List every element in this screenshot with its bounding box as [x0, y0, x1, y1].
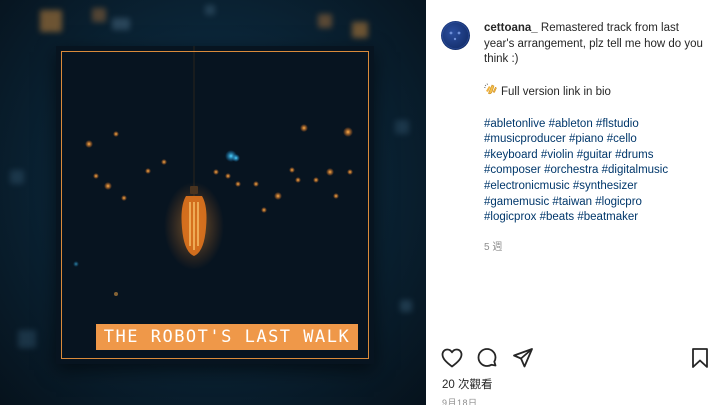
- comment-button[interactable]: [475, 346, 499, 370]
- background-bokeh: [40, 10, 62, 32]
- hashtag-link[interactable]: #gamemusic: [484, 196, 549, 208]
- save-button[interactable]: [688, 346, 712, 370]
- album-cover: THE ROBOT'S LAST WALK: [56, 46, 374, 364]
- background-bokeh: [395, 120, 409, 134]
- hashtag-link[interactable]: #logicpro: [595, 196, 642, 208]
- caption-line-2: Full version link in bio: [483, 83, 712, 101]
- view-count[interactable]: 20 次觀看: [442, 376, 493, 392]
- like-button[interactable]: [440, 346, 464, 370]
- heart-icon: [441, 348, 463, 368]
- hashtag-link[interactable]: #violin: [541, 149, 574, 161]
- hashtag-line: #abletonlive #ableton #flstudio: [484, 117, 712, 133]
- hashtag-link[interactable]: #musicproducer: [484, 133, 566, 145]
- hashtag-link[interactable]: #electronicmusic: [484, 180, 570, 192]
- hashtag-link[interactable]: #digitalmusic: [602, 164, 668, 176]
- hashtag-link[interactable]: #ableton: [549, 118, 593, 130]
- avatar[interactable]: [441, 21, 470, 50]
- hashtag-link[interactable]: #logicprox: [484, 211, 536, 223]
- hashtag-line: #keyboard #violin #guitar #drums: [484, 148, 712, 164]
- cover-title: THE ROBOT'S LAST WALK: [96, 324, 358, 350]
- background-bokeh: [352, 22, 368, 38]
- hashtag-link[interactable]: #cello: [607, 133, 637, 145]
- action-bar: [440, 346, 712, 370]
- bookmark-icon: [692, 348, 708, 368]
- background-bokeh: [10, 170, 24, 184]
- background-bokeh: [18, 330, 36, 348]
- share-icon: [513, 348, 533, 368]
- background-bokeh: [318, 14, 332, 28]
- hashtag-link[interactable]: #drums: [615, 149, 653, 161]
- clapping-hands-icon: [483, 83, 497, 101]
- hashtag-link[interactable]: #taiwan: [552, 196, 592, 208]
- hashtag-line: #gamemusic #taiwan #logicpro: [484, 195, 712, 211]
- hashtag-link[interactable]: #beats: [540, 211, 575, 223]
- hashtag-line: #musicproducer #piano #cello: [484, 132, 712, 148]
- hashtag-link[interactable]: #piano: [569, 133, 604, 145]
- background-bokeh: [112, 18, 130, 30]
- background-bokeh: [400, 300, 412, 312]
- hashtag-link[interactable]: #orchestra: [544, 164, 598, 176]
- username-link[interactable]: cettoana_: [484, 22, 538, 34]
- hashtag-line: #logicprox #beats #beatmaker: [484, 210, 712, 226]
- hashtag-link[interactable]: #beatmaker: [577, 211, 638, 223]
- hashtag-link[interactable]: #synthesizer: [573, 180, 638, 192]
- avatar-art-icon: [442, 22, 469, 49]
- post-age[interactable]: 5 週: [484, 240, 712, 256]
- post-media[interactable]: THE ROBOT'S LAST WALK: [0, 0, 426, 405]
- caption: cettoana_ Remastered track from last yea…: [483, 21, 712, 256]
- share-button[interactable]: [511, 346, 535, 370]
- hashtag-link[interactable]: #abletonlive: [484, 118, 545, 130]
- post-date: 9月18日: [442, 398, 478, 405]
- background-bokeh: [205, 5, 215, 15]
- comment-icon: [477, 348, 497, 367]
- caption-text: cettoana_ Remastered track from last yea…: [484, 21, 712, 68]
- cover-frame: [61, 51, 369, 359]
- post-details-panel: cettoana_ Remastered track from last yea…: [426, 0, 720, 405]
- hashtag-block: #abletonlive #ableton #flstudio #musicpr…: [484, 117, 712, 226]
- hashtag-link[interactable]: #guitar: [577, 149, 612, 161]
- hashtag-line: #electronicmusic #synthesizer: [484, 179, 712, 195]
- hashtag-line: #composer #orchestra #digitalmusic: [484, 163, 712, 179]
- hashtag-link[interactable]: #composer: [484, 164, 541, 176]
- hashtag-link[interactable]: #flstudio: [596, 118, 639, 130]
- background-bokeh: [92, 8, 106, 22]
- post-caption-block: cettoana_ Remastered track from last yea…: [441, 21, 713, 255]
- hashtag-link[interactable]: #keyboard: [484, 149, 538, 161]
